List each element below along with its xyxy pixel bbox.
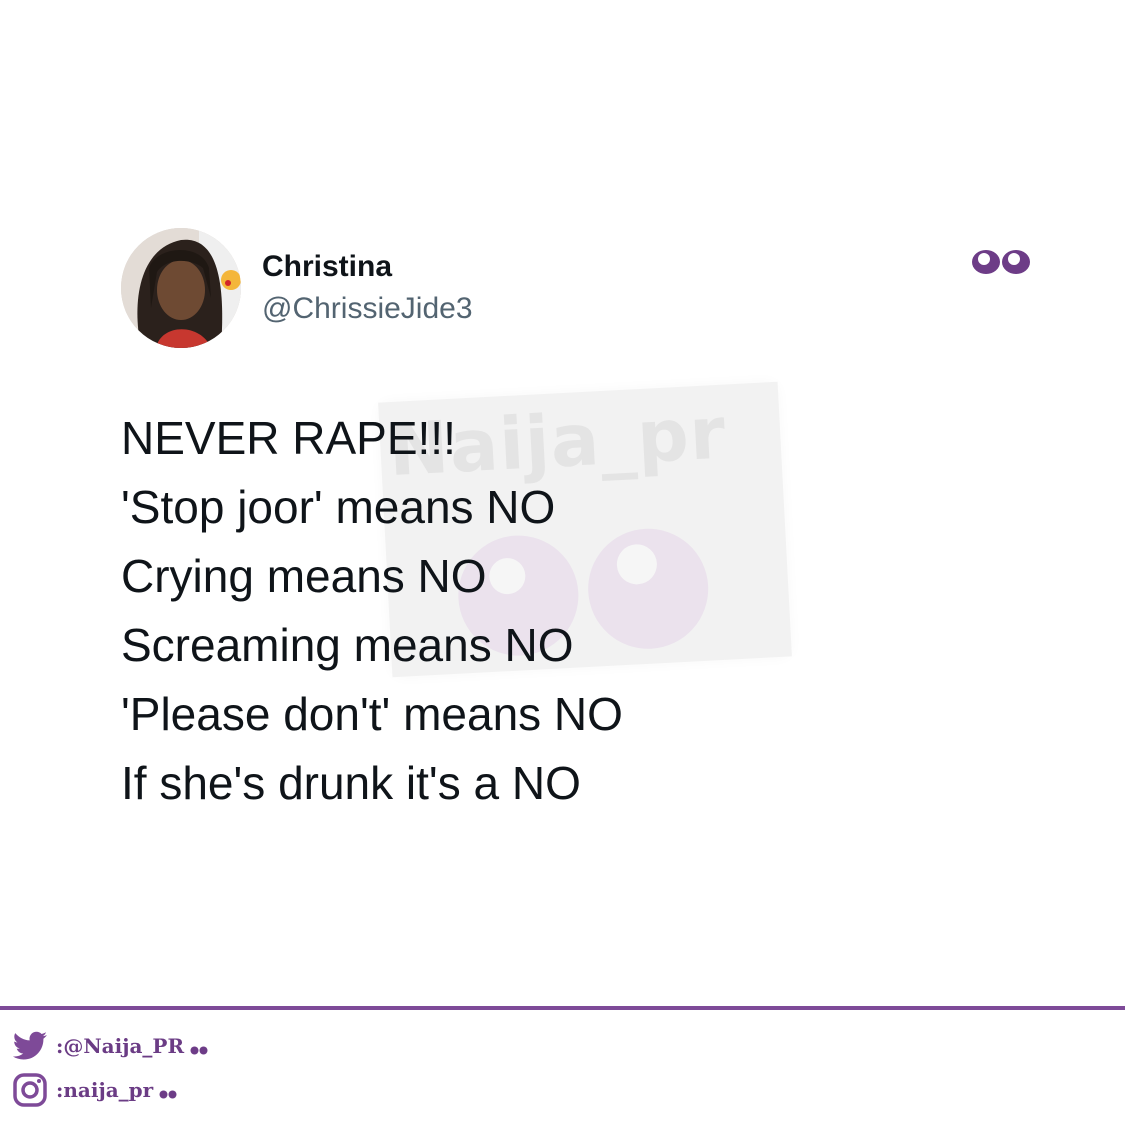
eyes-icon [159, 1090, 177, 1098]
author-name[interactable]: Christina [262, 250, 392, 284]
twitter-bird-icon [12, 1031, 47, 1060]
tweet-line: NEVER RAPE!!! [121, 412, 456, 464]
tweet-line: Crying means NO [121, 550, 487, 602]
instagram-handle: :naija_pr [56, 1078, 154, 1102]
tweet-line: Screaming means NO [121, 619, 574, 671]
tweet-text: NEVER RAPE!!! 'Stop joor' means NO Cryin… [121, 404, 981, 818]
eyes-icon [190, 1046, 208, 1054]
footer-twitter[interactable]: :@Naija_PR [10, 1026, 208, 1066]
eyes-icon [972, 250, 1030, 274]
avatar[interactable] [121, 228, 241, 348]
footer-divider [0, 1006, 1125, 1010]
instagram-icon [13, 1073, 47, 1107]
avatar-image [121, 228, 241, 348]
tweet-line: 'Stop joor' means NO [121, 481, 556, 533]
footer-instagram[interactable]: :naija_pr [10, 1070, 177, 1110]
tweet-line: If she's drunk it's a NO [121, 757, 581, 809]
tweet-card: Naija_pr Christina @ChrissieJide3 NEVER … [0, 0, 1125, 1125]
twitter-handle: :@Naija_PR [56, 1034, 185, 1058]
author-handle[interactable]: @ChrissieJide3 [262, 292, 473, 326]
tweet-line: 'Please don't' means NO [121, 688, 623, 740]
